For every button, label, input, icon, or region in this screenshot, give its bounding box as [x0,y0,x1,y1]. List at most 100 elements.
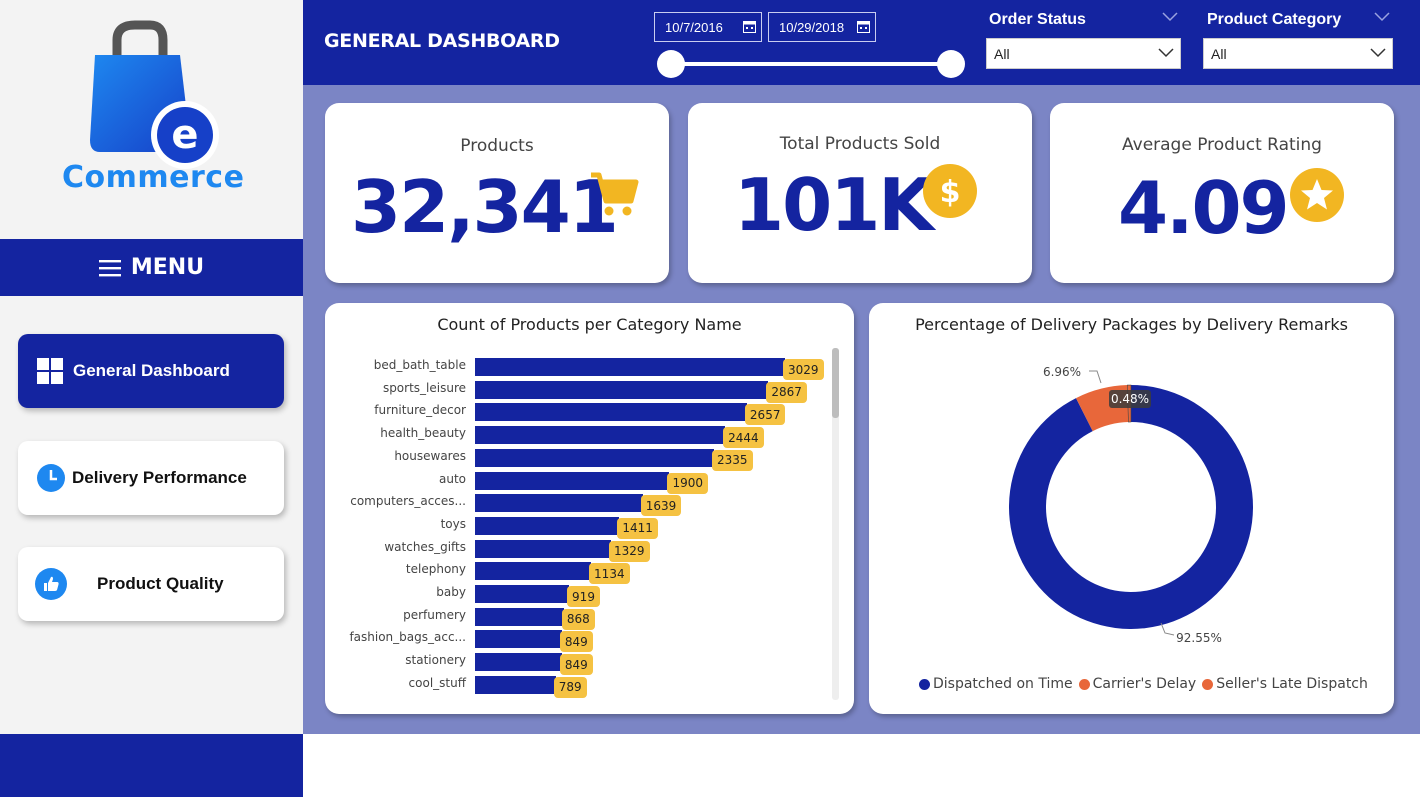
kpi-label: Products [460,136,534,156]
order-status-select[interactable]: All [986,38,1181,69]
calendar-icon[interactable] [743,20,756,33]
kpi-card-products: Products 32,341 [325,103,669,283]
nav-product-quality[interactable]: Product Quality [18,547,284,621]
bar[interactable] [475,494,643,513]
bar-row[interactable]: auto 1900 [325,471,854,494]
bar-chart-card: Count of Products per Category Name bed_… [325,303,854,714]
chevron-down-icon [1370,48,1386,58]
bar-category-label: housewares [394,448,466,463]
bar-value-label: 2335 [711,449,753,471]
bar-row[interactable]: watches_gifts 1329 [325,539,854,562]
scroll-thumb[interactable] [832,348,839,418]
bar-value-label: 849 [559,631,593,653]
menu-button[interactable]: MENU [0,239,303,296]
bar-category-label: baby [436,585,466,599]
chart-scrollbar[interactable] [832,348,839,700]
bar[interactable] [475,562,592,581]
kpi-label: Total Products Sold [779,134,941,154]
bar-category-label: sports_leisure [382,380,466,395]
cart-icon [591,172,639,216]
bar-row[interactable]: health_beauty 2444 [325,425,854,449]
donut-chart-plot: 6.96% 92.55% 0.48% [1009,365,1253,645]
nav-delivery-performance[interactable]: Delivery Performance [18,441,284,515]
leader-line-carrier-delay [1089,370,1102,384]
legend-dot [919,678,930,690]
bar-value-label: 2444 [723,427,764,449]
bar[interactable] [475,675,556,694]
bar[interactable] [475,403,747,422]
bar-row[interactable]: sports_leisure 2867 [325,380,854,403]
bar[interactable] [475,426,726,445]
bar-row[interactable]: cool_stuff 789 [325,675,854,698]
chevron-down-icon[interactable] [1162,12,1178,22]
bar-value-label: 849 [559,654,593,676]
legend-label: Carrier's Delay [1092,676,1197,692]
bar-row[interactable]: housewares 2335 [325,448,854,471]
bar-row[interactable]: fashion_bags_acc... 849 [325,629,854,653]
bar-category-label: auto [438,471,466,486]
bar-row[interactable]: furniture_decor 2657 [325,402,854,426]
slider-start-handle[interactable] [657,50,685,78]
bar-row[interactable]: toys 1411 [325,516,854,539]
calendar-icon[interactable] [857,20,870,33]
legend-dot [1078,678,1090,690]
product-category-select[interactable]: All [1203,38,1393,69]
legend-item[interactable]: Seller's Late Dispatch [1202,676,1368,692]
chevron-down-icon [1158,48,1174,58]
leader-line-dispatched [1160,622,1175,636]
bar-row[interactable]: baby 919 [325,584,854,607]
bar-value-label: 2867 [766,381,807,403]
bar[interactable] [475,380,769,399]
bar[interactable] [475,471,670,490]
report-canvas: Products 32,341 Total Products Sold 101K… [303,85,1420,734]
menu-label: MENU [130,255,205,280]
bar-value-label: 919 [567,586,600,607]
end-date-value: 10/29/2018 [779,19,845,35]
bar[interactable] [475,585,570,603]
start-date-value: 10/7/2016 [665,19,723,35]
start-date-input[interactable]: 10/7/2016 [654,12,762,42]
hamburger-icon [98,259,121,276]
bar[interactable] [475,607,564,626]
product-category-label: Product Category [1207,11,1342,28]
chevron-down-icon[interactable] [1374,12,1390,22]
bar[interactable] [475,448,714,467]
kpi-value: 4.09 [1118,166,1290,250]
bar-category-label: telephony [405,562,466,577]
nav-general-dashboard[interactable]: General Dashboard [18,334,284,408]
bar-value-label: 1900 [667,472,708,494]
bar-value-label: 3029 [783,359,824,380]
bar[interactable] [475,516,620,535]
bar-value-label: 1639 [640,495,682,517]
bar[interactable] [475,653,562,672]
bar-category-label: stationery [405,653,466,668]
bar-row[interactable]: bed_bath_table 3029 [325,357,854,380]
nav-label: Product Quality [97,574,224,593]
bar-row[interactable]: computers_acces... 1639 [325,493,854,517]
slider-end-handle[interactable] [937,50,965,78]
legend-item[interactable]: Dispatched on Time [919,676,1073,692]
bar[interactable] [475,358,785,376]
kpi-card-total-sold: Total Products Sold 101K $ [688,103,1032,283]
bar[interactable] [475,539,611,558]
bar-row[interactable]: perfumery 868 [325,607,854,630]
legend-label: Seller's Late Dispatch [1216,676,1368,692]
legend-item[interactable]: Carrier's Delay [1078,676,1197,692]
donut-label-carrier-delay: 6.96% [1043,365,1081,379]
dollar-icon: $ [923,164,977,218]
bar-value-label: 1329 [609,540,650,562]
bar-category-label: furniture_decor [374,403,466,418]
bar-row[interactable]: stationery 849 [325,652,854,676]
bar-row[interactable]: telephony 1134 [325,561,854,585]
thumbs-up-icon [35,568,67,600]
bar-value-label: 1411 [617,517,658,539]
grid-icon [37,358,63,384]
date-range-slider[interactable] [673,62,953,66]
logo-text: Commerce [62,160,245,195]
bar[interactable] [475,630,562,649]
svg-text:e: e [171,112,198,158]
donut-chart-card: Percentage of Delivery Packages by Deliv… [869,303,1394,714]
bar-category-label: toys [440,516,466,531]
bar-category-label: computers_acces... [350,494,466,509]
end-date-input[interactable]: 10/29/2018 [768,12,876,42]
